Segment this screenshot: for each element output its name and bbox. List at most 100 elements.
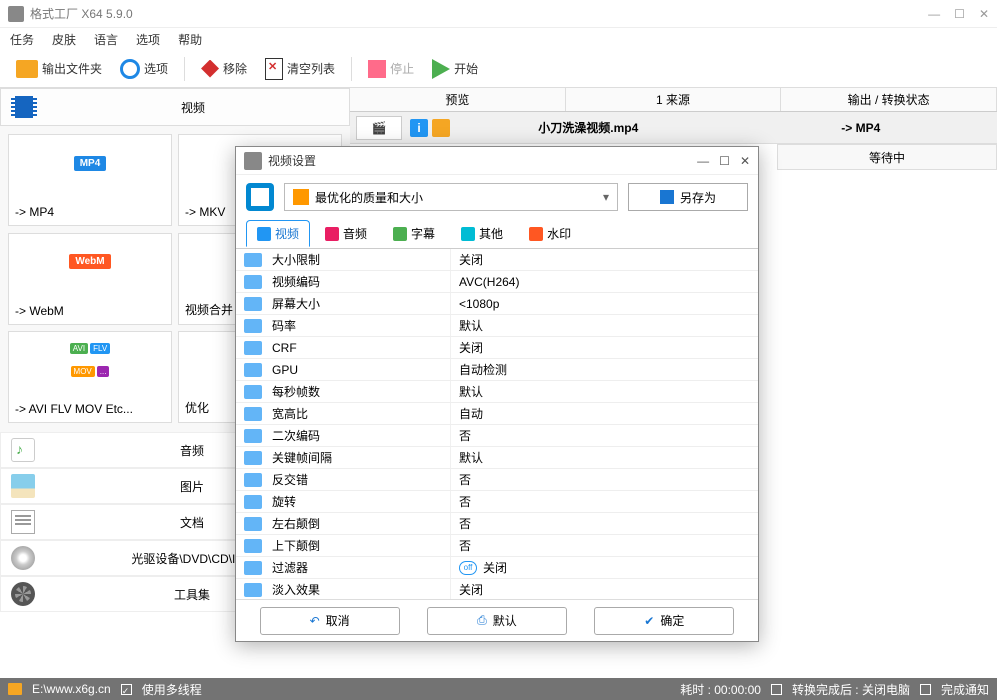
setting-row[interactable]: 二次编码否 — [236, 425, 758, 447]
setting-value[interactable]: 否 — [450, 469, 758, 490]
header-output: 输出 / 转换状态 — [781, 88, 997, 111]
setting-row[interactable]: 宽高比自动 — [236, 403, 758, 425]
setting-value[interactable]: AVC(H264) — [450, 271, 758, 292]
clear-list-button[interactable]: 清空列表 — [259, 55, 341, 83]
setting-row[interactable]: 左右颠倒否 — [236, 513, 758, 535]
start-button[interactable]: 开始 — [426, 56, 484, 82]
category-video-header[interactable]: 视频 — [0, 88, 350, 126]
dialog-maximize[interactable]: ☐ — [719, 154, 730, 168]
setting-key: 视频编码 — [270, 273, 450, 290]
setting-value[interactable]: off关闭 — [450, 557, 758, 578]
stop-button[interactable]: 停止 — [362, 57, 420, 81]
minimize-button[interactable]: — — [928, 7, 940, 21]
setting-row[interactable]: 每秒帧数默认 — [236, 381, 758, 403]
remove-button[interactable]: 移除 — [195, 57, 253, 81]
default-button[interactable]: ⎙默认 — [427, 607, 567, 635]
setting-row[interactable]: 关键帧间隔默认 — [236, 447, 758, 469]
notify-checkbox[interactable] — [920, 684, 931, 695]
disc-icon — [11, 546, 35, 570]
gear-icon — [120, 59, 140, 79]
after-convert-checkbox[interactable] — [771, 684, 782, 695]
output-path[interactable]: E:\www.x6g.cn — [32, 682, 111, 696]
image-icon — [11, 474, 35, 498]
setting-icon — [244, 451, 262, 465]
menu-skin[interactable]: 皮肤 — [52, 31, 76, 48]
setting-icon — [244, 407, 262, 421]
menu-language[interactable]: 语言 — [94, 31, 118, 48]
multithread-checkbox[interactable] — [121, 684, 132, 695]
setting-key: 旋转 — [270, 493, 450, 510]
watermark-tab-icon — [529, 227, 543, 241]
app-icon — [8, 6, 24, 22]
setting-value[interactable]: 默认 — [450, 447, 758, 468]
file-row[interactable]: 🎬 i 小刀洗澡视频.mp4 -> MP4 — [350, 112, 997, 144]
setting-row[interactable]: GPU自动检测 — [236, 359, 758, 381]
save-as-button[interactable]: 另存为 — [628, 183, 748, 211]
setting-value[interactable]: 否 — [450, 535, 758, 556]
elapsed-label: 耗时 : 00:00:00 — [680, 681, 761, 698]
setting-icon — [244, 429, 262, 443]
save-icon — [660, 190, 674, 204]
tab-subtitle[interactable]: 字幕 — [382, 220, 446, 247]
setting-icon — [244, 385, 262, 399]
setting-row[interactable]: 反交错否 — [236, 469, 758, 491]
clear-icon — [265, 58, 283, 80]
setting-value[interactable]: 默认 — [450, 315, 758, 336]
stop-icon — [368, 60, 386, 78]
chevron-down-icon: ▾ — [603, 190, 609, 204]
setting-value[interactable]: 关闭 — [450, 249, 758, 270]
setting-row[interactable]: 淡入效果关闭 — [236, 579, 758, 599]
setting-value[interactable]: 否 — [450, 425, 758, 446]
menu-help[interactable]: 帮助 — [178, 31, 202, 48]
tile-mp4[interactable]: MP4-> MP4 — [8, 134, 172, 226]
ok-button[interactable]: ✔确定 — [594, 607, 734, 635]
setting-row[interactable]: CRF关闭 — [236, 337, 758, 359]
menu-task[interactable]: 任务 — [10, 31, 34, 48]
setting-row[interactable]: 上下颠倒否 — [236, 535, 758, 557]
statusbar-folder-icon[interactable] — [8, 683, 22, 695]
setting-icon — [244, 297, 262, 311]
status-badge: 等待中 — [777, 144, 997, 170]
setting-value[interactable]: 关闭 — [450, 579, 758, 599]
audio-icon — [11, 438, 35, 462]
tab-audio[interactable]: 音频 — [314, 220, 378, 247]
setting-value[interactable]: 关闭 — [450, 337, 758, 358]
setting-value[interactable]: 否 — [450, 491, 758, 512]
output-folder-button[interactable]: 输出文件夹 — [10, 57, 108, 81]
tab-watermark[interactable]: 水印 — [518, 220, 582, 247]
setting-row[interactable]: 旋转否 — [236, 491, 758, 513]
setting-icon — [244, 561, 262, 575]
dialog-minimize[interactable]: — — [697, 154, 709, 168]
open-folder-icon[interactable] — [432, 119, 450, 137]
setting-row[interactable]: 大小限制关闭 — [236, 249, 758, 271]
setting-row[interactable]: 码率默认 — [236, 315, 758, 337]
menu-options[interactable]: 选项 — [136, 31, 160, 48]
profile-select[interactable]: 最优化的质量和大小 ▾ — [284, 183, 618, 211]
dialog-title: 视频设置 — [268, 152, 697, 169]
setting-row[interactable]: 屏幕大小<1080p — [236, 293, 758, 315]
tab-video[interactable]: 视频 — [246, 220, 310, 247]
profile-icon — [246, 183, 274, 211]
setting-row[interactable]: 视频编码AVC(H264) — [236, 271, 758, 293]
tab-other[interactable]: 其他 — [450, 220, 514, 247]
tile-avi-etc[interactable]: AVIFLVMOV...-> AVI FLV MOV Etc... — [8, 331, 172, 423]
cancel-button[interactable]: ↶取消 — [260, 607, 400, 635]
setting-value[interactable]: <1080p — [450, 293, 758, 314]
setting-value[interactable]: 否 — [450, 513, 758, 534]
info-icon[interactable]: i — [410, 119, 428, 137]
tile-webm[interactable]: WebM-> WebM — [8, 233, 172, 325]
dialog-close[interactable]: ✕ — [740, 154, 750, 168]
play-icon — [432, 59, 450, 79]
setting-value[interactable]: 自动检测 — [450, 359, 758, 380]
setting-row[interactable]: 过滤器off关闭 — [236, 557, 758, 579]
maximize-button[interactable]: ☐ — [954, 7, 965, 21]
setting-key: GPU — [270, 363, 450, 377]
setting-value[interactable]: 自动 — [450, 403, 758, 424]
setting-value[interactable]: 默认 — [450, 381, 758, 402]
folder-icon — [16, 60, 38, 78]
close-button[interactable]: ✕ — [979, 7, 989, 21]
profile-item-icon — [293, 189, 309, 205]
options-button[interactable]: 选项 — [114, 56, 174, 82]
setting-key: 屏幕大小 — [270, 295, 450, 312]
setting-key: CRF — [270, 341, 450, 355]
